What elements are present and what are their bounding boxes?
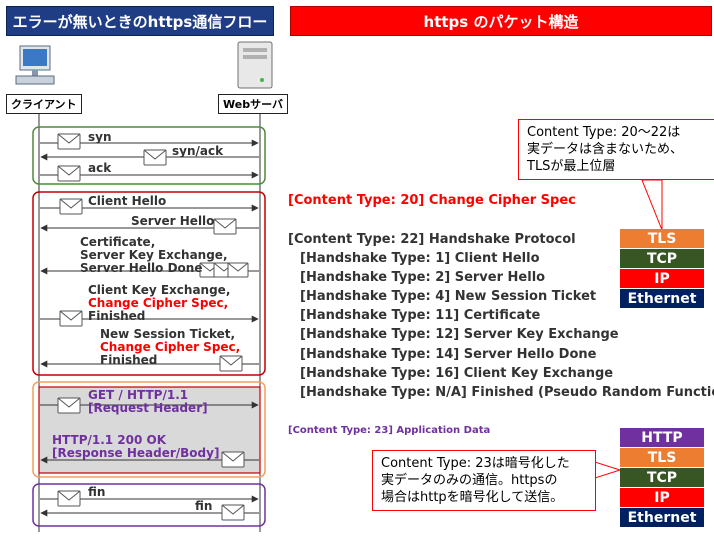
envelope-icon xyxy=(57,165,81,182)
stack-bottom-layer: HTTP xyxy=(620,428,704,447)
content-type-22: [Content Type: 22] Handshake Protocol xyxy=(288,232,576,247)
client-hello-label: Client Hello xyxy=(88,194,167,208)
fin-client-label: fin xyxy=(88,485,106,499)
fin-server-label: fin xyxy=(195,499,213,513)
stack-bottom-layer: TLS xyxy=(620,448,704,467)
handshake-type-item: [Handshake Type: 14] Server Hello Done xyxy=(300,347,597,362)
envelope-icon xyxy=(59,310,83,327)
handshake-type-item: [Handshake Type: 16] Client Key Exchange xyxy=(300,366,614,381)
syn-label: syn xyxy=(88,130,112,144)
callout-bottom: Content Type: 23は暗号化した 実データのみの通信。httpsの … xyxy=(372,450,596,511)
content-type-23: [Content Type: 23] Application Data xyxy=(288,425,491,436)
http-response-label: HTTP/1.1 200 OK [Response Header/Body] xyxy=(52,433,220,460)
stack-top-layer: TCP xyxy=(620,249,704,268)
envelope-icon xyxy=(57,397,81,414)
handshake-type-item: [Handshake Type: N/A] Finished (Pseudo R… xyxy=(300,385,714,400)
envelope-icon xyxy=(227,262,249,278)
handshake-type-item: [Handshake Type: 12] Server Key Exchange xyxy=(300,327,619,342)
new-session-ticket-label: New Session Ticket, Change Cipher Spec, … xyxy=(100,327,241,367)
stack-top-layer: TLS xyxy=(620,229,704,248)
stack-bottom-layer: IP xyxy=(620,488,704,507)
synack-label: syn/ack xyxy=(172,144,224,158)
envelope-icon xyxy=(221,504,245,521)
callout-top: Content Type: 20～22は 実データは含まないため、 TLSが最上… xyxy=(518,119,714,180)
client-computer-icon xyxy=(15,45,55,85)
envelope-icon xyxy=(221,451,245,468)
stack-top-layer: IP xyxy=(620,269,704,288)
envelope-icon xyxy=(213,218,237,235)
handshake-type-item: [Handshake Type: 1] Client Hello xyxy=(300,251,540,266)
callout-top-pointer xyxy=(641,179,663,231)
certificate-label: Certificate, Server Key Exchange, Server… xyxy=(80,235,228,275)
handshake-type-item: [Handshake Type: 4] New Session Ticket xyxy=(300,289,597,304)
ack-label: ack xyxy=(88,161,112,175)
server-label: Webサーバ xyxy=(218,94,288,114)
server-icon xyxy=(237,41,273,89)
handshake-type-item: [Handshake Type: 11] Certificate xyxy=(300,308,541,323)
envelope-icon xyxy=(143,149,167,166)
server-hello-label: Server Hello xyxy=(131,214,215,228)
stack-top-layer: Ethernet xyxy=(620,289,704,308)
callout-bottom-pointer xyxy=(594,461,622,479)
content-type-20: [Content Type: 20] Change Cipher Spec xyxy=(288,193,576,208)
envelope-icon xyxy=(59,198,83,215)
stack-bottom-layer: Ethernet xyxy=(620,508,704,527)
envelope-icon xyxy=(57,133,81,150)
envelope-icon xyxy=(57,490,81,507)
stack-bottom-layer: TCP xyxy=(620,468,704,487)
client-key-exchange-label: Client Key Exchange, Change Cipher Spec,… xyxy=(88,283,231,323)
client-label: クライアント xyxy=(6,94,82,114)
http-request-label: GET / HTTP/1.1 [Request Header] xyxy=(88,388,208,415)
handshake-type-item: [Handshake Type: 2] Server Hello xyxy=(300,270,546,285)
